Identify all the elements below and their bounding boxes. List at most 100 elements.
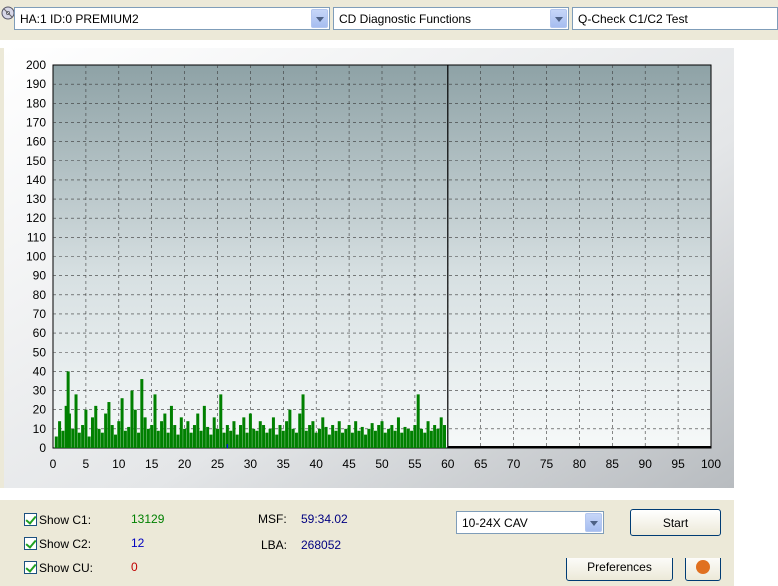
data-bar — [77, 432, 81, 448]
data-bar — [130, 390, 134, 448]
data-bar — [288, 409, 292, 448]
x-tick-label: 35 — [277, 457, 291, 471]
data-bar — [94, 405, 98, 448]
data-bar — [364, 434, 368, 448]
data-bar — [403, 426, 407, 448]
x-tick-label: 80 — [573, 457, 587, 471]
data-bar — [212, 417, 216, 448]
x-tick-label: 90 — [639, 457, 653, 471]
data-bar — [327, 434, 331, 448]
data-bar — [239, 425, 243, 448]
data-bar — [100, 432, 104, 448]
preferences-button[interactable]: Preferences — [566, 558, 673, 581]
y-tick-label: 80 — [33, 288, 47, 302]
y-tick-label: 20 — [33, 403, 47, 417]
y-tick-label: 10 — [33, 422, 47, 436]
data-bar — [232, 421, 236, 448]
data-bar — [242, 417, 246, 448]
data-bar — [248, 413, 252, 448]
start-button[interactable]: Start — [630, 509, 721, 536]
data-bar — [354, 421, 358, 448]
cu-count: 0 — [131, 560, 138, 574]
speed-select[interactable]: 10-24X CAV — [456, 511, 604, 534]
data-bar — [202, 405, 206, 448]
data-bar — [183, 428, 187, 448]
disc-icon — [1, 6, 15, 20]
data-bar — [163, 413, 167, 448]
data-bar — [156, 430, 160, 448]
data-bar — [114, 434, 118, 448]
x-tick-label: 40 — [310, 457, 324, 471]
data-bar — [133, 409, 137, 448]
info-button[interactable] — [685, 558, 721, 581]
data-bar — [67, 413, 71, 448]
data-bar — [390, 425, 394, 448]
chevron-down-icon[interactable] — [550, 9, 567, 28]
data-bar — [275, 434, 279, 448]
info-icon — [696, 560, 710, 574]
device-select-value: HA:1 ID:0 PREMIUM2 — [20, 12, 139, 26]
data-bar — [58, 421, 62, 448]
c1-count: 13129 — [131, 512, 165, 526]
function-select[interactable]: CD Diagnostic Functions — [333, 7, 569, 30]
data-bar — [410, 430, 414, 448]
show-c1-checkbox[interactable] — [24, 513, 37, 526]
data-bar — [222, 432, 226, 448]
data-bar — [110, 425, 114, 448]
x-tick-label: 60 — [441, 457, 455, 471]
msf-value: 59:34.02 — [301, 512, 348, 526]
data-bar — [262, 425, 266, 448]
x-tick-label: 85 — [606, 457, 620, 471]
y-tick-label: 190 — [26, 77, 46, 91]
preferences-label: Preferences — [587, 560, 652, 574]
data-bar — [54, 436, 58, 448]
data-bar — [298, 413, 302, 448]
x-tick-label: 65 — [474, 457, 488, 471]
data-bar — [380, 421, 384, 448]
y-tick-label: 40 — [33, 364, 47, 378]
data-bar — [341, 432, 345, 448]
data-bar — [439, 417, 443, 448]
data-bar — [301, 394, 305, 448]
x-tick-label: 30 — [244, 457, 258, 471]
x-tick-label: 15 — [145, 457, 159, 471]
data-bar — [235, 434, 239, 448]
data-bar — [370, 423, 374, 448]
data-bar — [84, 409, 88, 448]
data-bar — [265, 432, 269, 448]
device-select[interactable]: HA:1 ID:0 PREMIUM2 — [14, 7, 330, 30]
data-bar — [393, 430, 397, 448]
x-tick-label: 25 — [211, 457, 225, 471]
data-bar — [117, 421, 121, 448]
data-bar — [143, 417, 147, 448]
control-panel: Show C1: 13129 Show C2: 12 Show CU: 0 Pr… — [0, 500, 734, 586]
data-bar — [160, 421, 164, 448]
data-bar — [304, 430, 308, 448]
data-bar — [104, 413, 108, 448]
start-label: Start — [662, 516, 689, 530]
show-cu-checkbox[interactable] — [24, 561, 37, 574]
data-bar — [150, 425, 154, 448]
data-bar — [137, 432, 141, 448]
data-bar — [255, 430, 259, 448]
test-select[interactable]: Q-Check C1/C2 Test — [572, 7, 778, 30]
data-bar — [443, 425, 447, 448]
data-bar — [350, 432, 354, 448]
y-tick-label: 110 — [27, 230, 46, 244]
c2-count: 12 — [131, 536, 145, 550]
x-tick-label: 55 — [408, 457, 422, 471]
data-bar — [87, 436, 91, 448]
data-bar — [216, 428, 219, 448]
data-bar — [192, 425, 196, 448]
data-bar — [268, 428, 272, 448]
show-c2-checkbox[interactable] — [24, 537, 37, 550]
y-tick-label: 170 — [26, 115, 46, 129]
data-bar — [196, 413, 200, 448]
y-tick-label: 60 — [33, 326, 47, 340]
y-tick-label: 130 — [26, 192, 46, 206]
data-bar — [377, 425, 381, 448]
y-tick-label: 200 — [26, 58, 46, 72]
chevron-down-icon[interactable] — [585, 513, 602, 532]
data-bar — [413, 425, 417, 448]
chevron-down-icon[interactable] — [311, 9, 328, 28]
